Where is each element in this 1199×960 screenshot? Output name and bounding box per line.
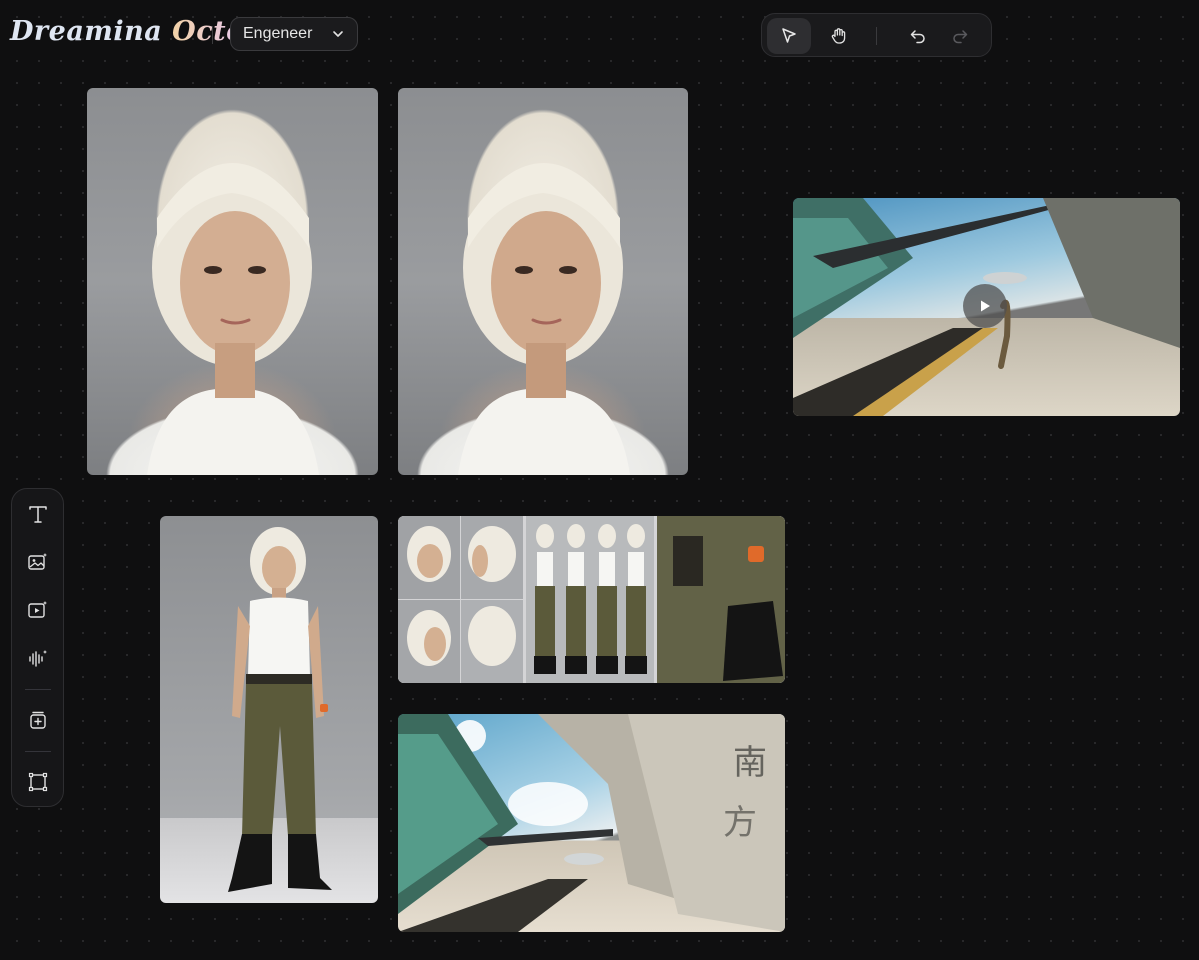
text-tool-button[interactable]	[19, 495, 57, 533]
rail-divider	[25, 689, 51, 690]
header-divider	[212, 26, 213, 44]
canvas-image-station-corridor[interactable]: 南 方	[398, 714, 785, 932]
character-sheet-illustration	[398, 516, 785, 683]
logo-text-main: Dreamina	[10, 16, 173, 47]
station-scene-illustration: 南 方	[398, 714, 785, 932]
canvas-image-character-sheet[interactable]	[398, 516, 785, 683]
image-sparkle-icon	[28, 553, 47, 570]
image-generate-tool-button[interactable]	[19, 543, 57, 581]
cursor-arrow-icon	[782, 28, 796, 43]
svg-text:方: 方	[723, 803, 757, 843]
canvas-video-station[interactable]	[793, 198, 1180, 416]
tool-rail	[11, 488, 64, 807]
redo-icon	[953, 30, 968, 44]
play-button[interactable]	[963, 284, 1007, 328]
canvas-image-portrait-2[interactable]	[398, 88, 688, 475]
select-tool-button[interactable]	[767, 18, 811, 54]
frame-tool-button[interactable]	[19, 763, 57, 801]
play-icon	[981, 300, 990, 312]
pan-tool-button[interactable]	[817, 18, 861, 54]
undo-icon	[910, 30, 925, 44]
portrait-illustration	[147, 163, 319, 475]
canvas-image-full-body[interactable]	[160, 516, 378, 903]
video-generate-tool-button[interactable]	[19, 591, 57, 629]
rail-divider	[25, 751, 51, 752]
redo-button[interactable]	[938, 18, 982, 54]
text-icon	[29, 506, 47, 523]
video-sparkle-icon	[28, 601, 47, 618]
audio-wave-sparkle-icon	[29, 650, 47, 667]
portrait-illustration	[458, 163, 630, 475]
chevron-down-icon	[333, 31, 343, 37]
add-asset-tool-button[interactable]	[19, 701, 57, 739]
project-select[interactable]: Engeneer	[230, 17, 358, 51]
canvas-image-portrait-1[interactable]	[87, 88, 378, 475]
project-select-value: Engeneer	[243, 25, 313, 42]
hand-icon	[831, 28, 846, 44]
app-logo: Dreamina Octo	[10, 16, 245, 47]
toolbar-divider	[876, 27, 877, 45]
canvas-toolbar	[761, 13, 992, 57]
frame-icon	[28, 772, 48, 792]
full-body-illustration	[228, 527, 332, 892]
svg-text:南: 南	[733, 743, 767, 783]
stack-plus-icon	[30, 711, 46, 729]
audio-generate-tool-button[interactable]	[19, 639, 57, 677]
undo-button[interactable]	[896, 18, 940, 54]
canvas[interactable]: Dreamina Octo Engeneer 南 方	[0, 0, 1199, 960]
